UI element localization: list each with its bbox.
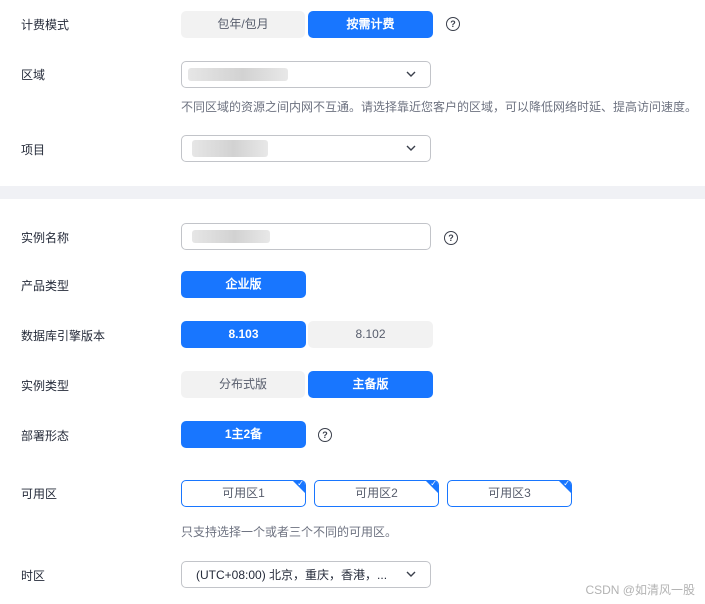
check-icon: ✓ [563, 480, 570, 488]
chevron-down-icon [406, 71, 416, 77]
timezone-value: (UTC+08:00) 北京，重庆，香港，... [196, 568, 388, 582]
az-option-3[interactable]: 可用区3 ✓ [447, 480, 572, 507]
deployment-help-icon[interactable]: ? [318, 428, 332, 442]
deployment-label: 部署形态 [21, 429, 70, 443]
availability-zone-hint: 只支持选择一个或者三个不同的可用区。 [181, 525, 398, 539]
az-option-1[interactable]: 可用区1 ✓ [181, 480, 306, 507]
region-hint: 不同区域的资源之间内网不互通。请选择靠近您客户的区域，可以降低网络时延、提高访问… [181, 100, 698, 114]
instance-name-input[interactable] [181, 223, 431, 250]
instance-type-label: 实例类型 [21, 379, 70, 393]
section-divider [0, 186, 705, 199]
db-engine-option-8102[interactable]: 8.102 [308, 321, 433, 348]
chevron-down-icon [406, 571, 416, 577]
watermark: CSDN @如清风一股 [585, 583, 695, 597]
db-engine-option-8103[interactable]: 8.103 [181, 321, 306, 348]
instance-name-value-redacted [192, 230, 270, 243]
az-option-2-label: 可用区2 [355, 486, 398, 500]
chevron-down-icon [406, 145, 416, 151]
billing-mode-label: 计费模式 [21, 18, 70, 32]
region-select[interactable] [181, 61, 431, 88]
region-label: 区域 [21, 68, 46, 82]
timezone-label: 时区 [21, 569, 46, 583]
instance-name-label: 实例名称 [21, 231, 70, 245]
billing-option-on-demand[interactable]: 按需计费 [308, 11, 433, 38]
check-icon: ✓ [297, 480, 304, 488]
az-option-2[interactable]: 可用区2 ✓ [314, 480, 439, 507]
timezone-select[interactable]: (UTC+08:00) 北京，重庆，香港，... [181, 561, 431, 588]
project-select[interactable] [181, 135, 431, 162]
project-label: 项目 [21, 143, 46, 157]
az-option-1-label: 可用区1 [222, 486, 265, 500]
instance-type-distributed[interactable]: 分布式版 [181, 371, 305, 398]
project-value-redacted [192, 140, 268, 157]
availability-zone-label: 可用区 [21, 487, 58, 501]
az-option-3-label: 可用区3 [488, 486, 531, 500]
check-icon: ✓ [430, 480, 437, 488]
billing-option-yearly-monthly[interactable]: 包年/包月 [181, 11, 305, 38]
instance-name-help-icon[interactable]: ? [444, 231, 458, 245]
billing-help-icon[interactable]: ? [446, 17, 460, 31]
deployment-1p2s[interactable]: 1主2备 [181, 421, 306, 448]
product-type-label: 产品类型 [21, 279, 70, 293]
product-type-enterprise[interactable]: 企业版 [181, 271, 306, 298]
region-value-redacted [188, 68, 288, 81]
db-engine-label: 数据库引擎版本 [21, 329, 106, 343]
instance-type-primary-standby[interactable]: 主备版 [308, 371, 433, 398]
